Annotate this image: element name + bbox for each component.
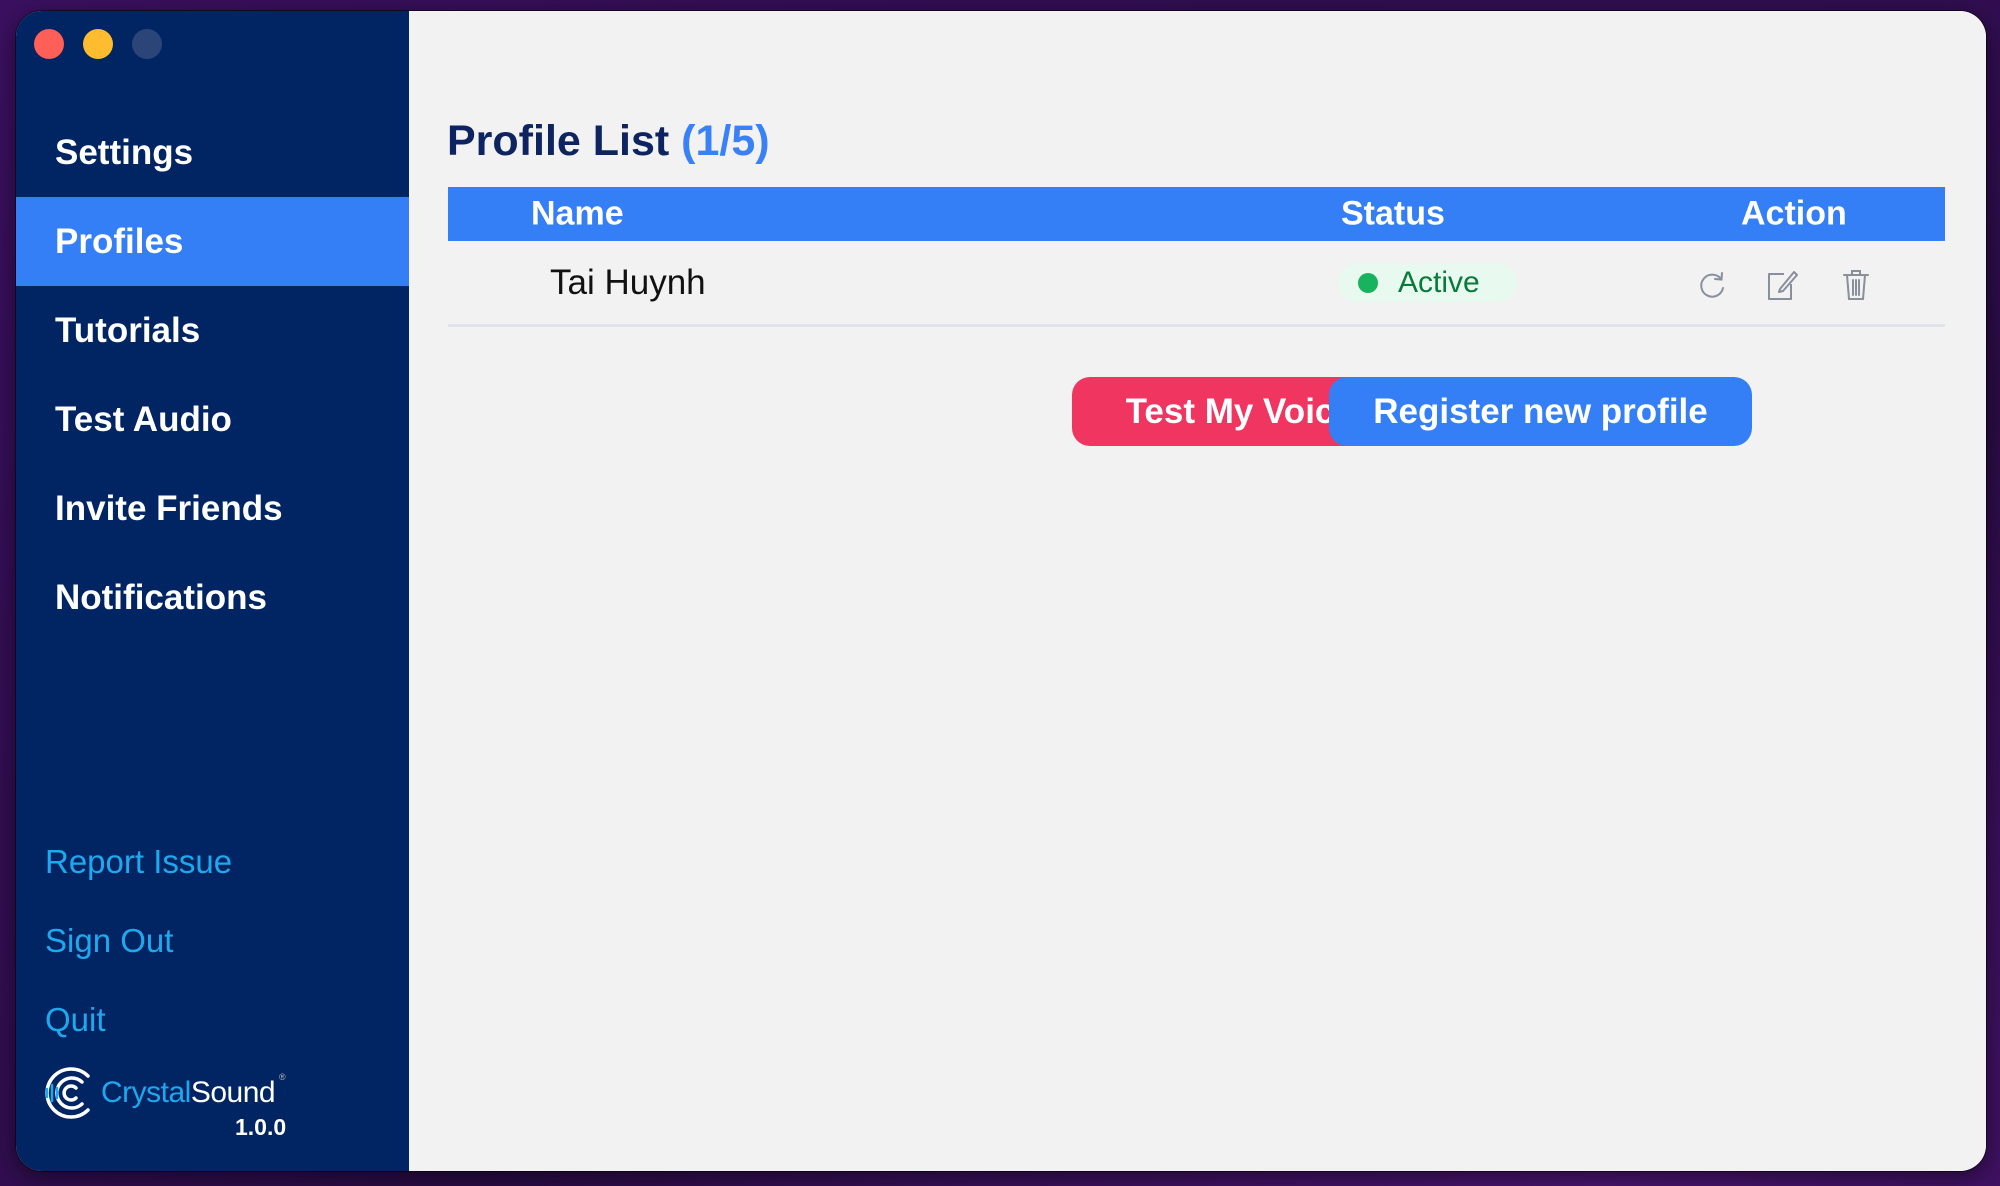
profile-table: Name Status Action Tai Huynh Active: [448, 187, 1945, 327]
sidebar-item-label: Profiles: [55, 221, 184, 261]
sidebar-nav: Settings Profiles Tutorials Test Audio I…: [16, 108, 409, 642]
table-row: Tai Huynh Active: [448, 241, 1945, 327]
register-new-profile-button[interactable]: Register new profile: [1329, 377, 1752, 446]
column-header-status: Status: [1341, 194, 1445, 233]
page-title-text: Profile List: [447, 117, 670, 165]
close-window-button[interactable]: [34, 29, 64, 59]
report-issue-link[interactable]: Report Issue: [45, 822, 232, 901]
column-header-action: Action: [1741, 194, 1847, 233]
column-header-name: Name: [531, 194, 624, 233]
sidebar-item-test-audio[interactable]: Test Audio: [16, 375, 409, 464]
table-header: Name Status Action: [448, 187, 1945, 241]
sidebar-item-settings[interactable]: Settings: [16, 108, 409, 197]
status-badge: Active: [1338, 263, 1517, 302]
profile-name: Tai Huynh: [550, 262, 706, 302]
quit-link[interactable]: Quit: [45, 980, 232, 1059]
app-window: Settings Profiles Tutorials Test Audio I…: [16, 11, 1986, 1171]
sidebar-item-tutorials[interactable]: Tutorials: [16, 286, 409, 375]
sidebar-item-label: Invite Friends: [55, 488, 283, 528]
crystalsound-logo-icon: [45, 1067, 90, 1119]
maximize-window-button[interactable]: [132, 29, 162, 59]
trash-icon[interactable]: [1840, 268, 1872, 302]
window-controls: [34, 29, 162, 59]
sidebar-links: Report Issue Sign Out Quit: [45, 822, 232, 1059]
sidebar: Settings Profiles Tutorials Test Audio I…: [16, 11, 409, 1171]
sign-out-link[interactable]: Sign Out: [45, 901, 232, 980]
page-title: Profile List (1/5): [447, 117, 770, 166]
status-text: Active: [1398, 265, 1480, 299]
sidebar-item-label: Settings: [55, 132, 194, 172]
app-version: 1.0.0: [235, 1114, 287, 1140]
sidebar-item-invite-friends[interactable]: Invite Friends: [16, 464, 409, 553]
profile-count: (1/5): [681, 117, 770, 165]
sidebar-item-notifications[interactable]: Notifications: [16, 553, 409, 642]
brand-name: CrystalSound ®: [101, 1072, 286, 1109]
sidebar-item-profiles[interactable]: Profiles: [16, 197, 409, 286]
minimize-window-button[interactable]: [83, 29, 113, 59]
refresh-icon[interactable]: [1696, 268, 1728, 302]
sidebar-item-label: Notifications: [55, 577, 267, 617]
edit-icon[interactable]: [1766, 268, 1798, 302]
status-dot-icon: [1358, 272, 1378, 293]
sidebar-item-label: Tutorials: [55, 310, 201, 350]
main-content: Profile List (1/5) Name Status Action Ta…: [409, 11, 1986, 1171]
sidebar-item-label: Test Audio: [55, 399, 232, 439]
